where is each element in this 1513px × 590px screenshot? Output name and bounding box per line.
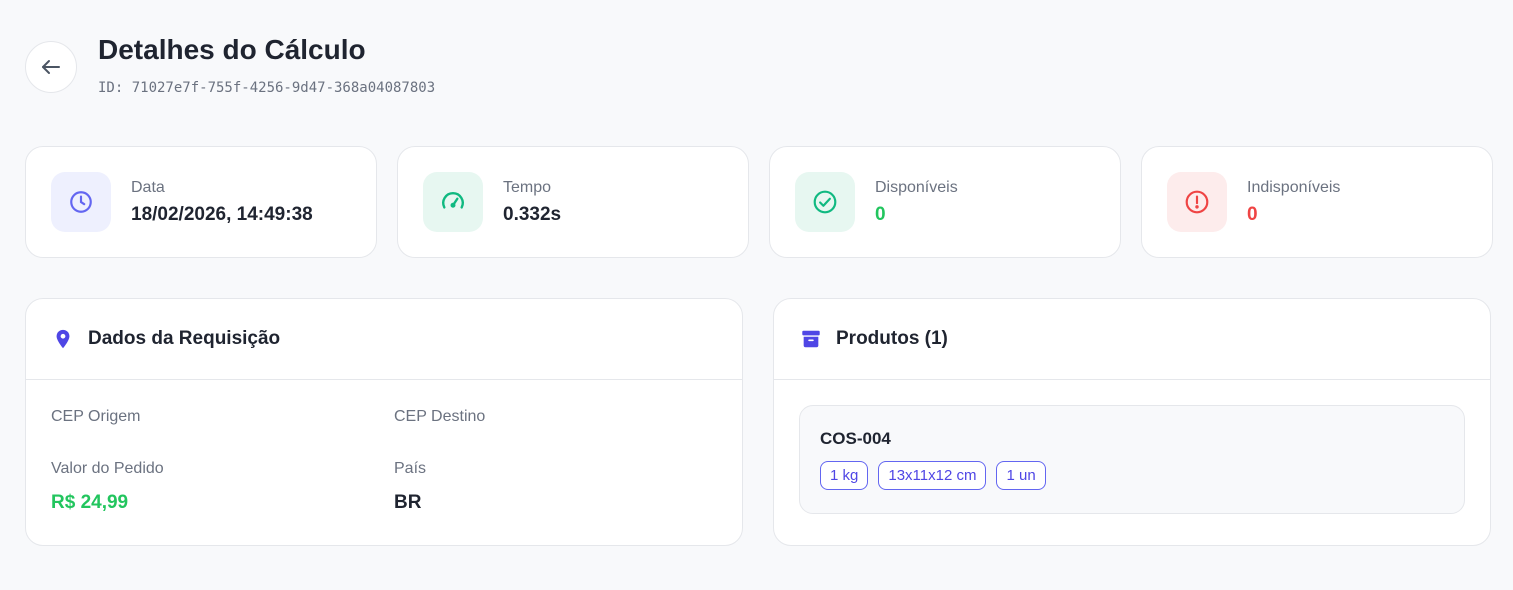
map-pin-icon (56, 329, 70, 349)
pais-label: País (394, 460, 427, 477)
alert-circle-icon (1167, 172, 1227, 232)
product-sku: COS-004 (820, 429, 891, 448)
page-title: Detalhes do Cálculo (98, 34, 366, 65)
product-card[interactable]: COS-004 1 kg 13x11x12 cm 1 un (799, 405, 1465, 514)
stat-label: Disponíveis (875, 179, 958, 196)
stat-card-data: Data 18/02/2026, 14:49:38 (25, 146, 377, 258)
stat-value: 0 (1247, 204, 1258, 225)
pais-value: BR (394, 492, 422, 513)
stat-card-indisponiveis: Indisponíveis 0 (1141, 146, 1493, 258)
calculation-id: ID: 71027e7f-755f-4256-9d47-368a04087803 (98, 80, 436, 96)
stat-label: Tempo (503, 179, 552, 196)
page-header: Detalhes do Cálculo ID: 71027e7f-755f-42… (25, 32, 435, 96)
stat-card-disponiveis: Disponíveis 0 (769, 146, 1121, 258)
dimensions-tag: 13x11x12 cm (878, 461, 987, 490)
clock-icon (51, 172, 111, 232)
weight-tag: 1 kg (820, 461, 869, 490)
panel-title: Produtos (1) (836, 328, 948, 349)
check-circle-icon (795, 172, 855, 232)
stat-value: 0.332s (503, 204, 562, 225)
stat-label: Indisponíveis (1247, 179, 1341, 196)
panel-title: Dados da Requisição (88, 328, 281, 349)
back-button[interactable] (25, 41, 77, 93)
speedometer-icon (423, 172, 483, 232)
cep-destino-label: CEP Destino (394, 408, 486, 425)
stat-value: 18/02/2026, 14:49:38 (131, 204, 313, 225)
products-panel: Produtos (1) COS-004 1 kg 13x11x12 cm 1 … (773, 298, 1491, 546)
stat-value: 0 (875, 204, 886, 225)
request-data-panel: Dados da Requisição CEP Origem CEP Desti… (25, 298, 743, 546)
valor-pedido-label: Valor do Pedido (51, 460, 164, 477)
arrow-left-icon (42, 60, 60, 74)
archive-box-icon (802, 330, 820, 348)
stat-card-tempo: Tempo 0.332s (397, 146, 749, 258)
valor-pedido-value: R$ 24,99 (51, 492, 129, 513)
cep-origem-label: CEP Origem (51, 408, 141, 425)
product-tags: 1 kg 13x11x12 cm 1 un (820, 461, 1444, 490)
stats-row: Data 18/02/2026, 14:49:38 Tempo 0.332s D… (25, 146, 1493, 258)
quantity-tag: 1 un (996, 461, 1046, 490)
stat-label: Data (131, 179, 165, 196)
